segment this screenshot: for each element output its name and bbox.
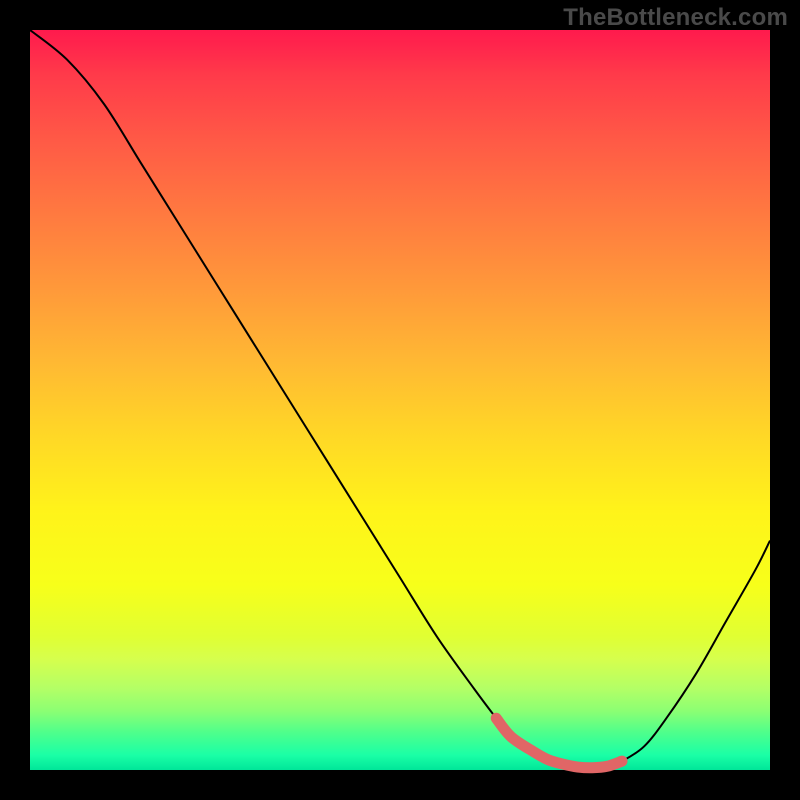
watermark-text: TheBottleneck.com [563,4,788,32]
chart-svg [30,30,770,770]
chart-frame: TheBottleneck.com [0,0,800,800]
optimal-range-highlight [496,718,622,768]
bottleneck-curve [30,30,770,768]
plot-area [30,30,770,770]
